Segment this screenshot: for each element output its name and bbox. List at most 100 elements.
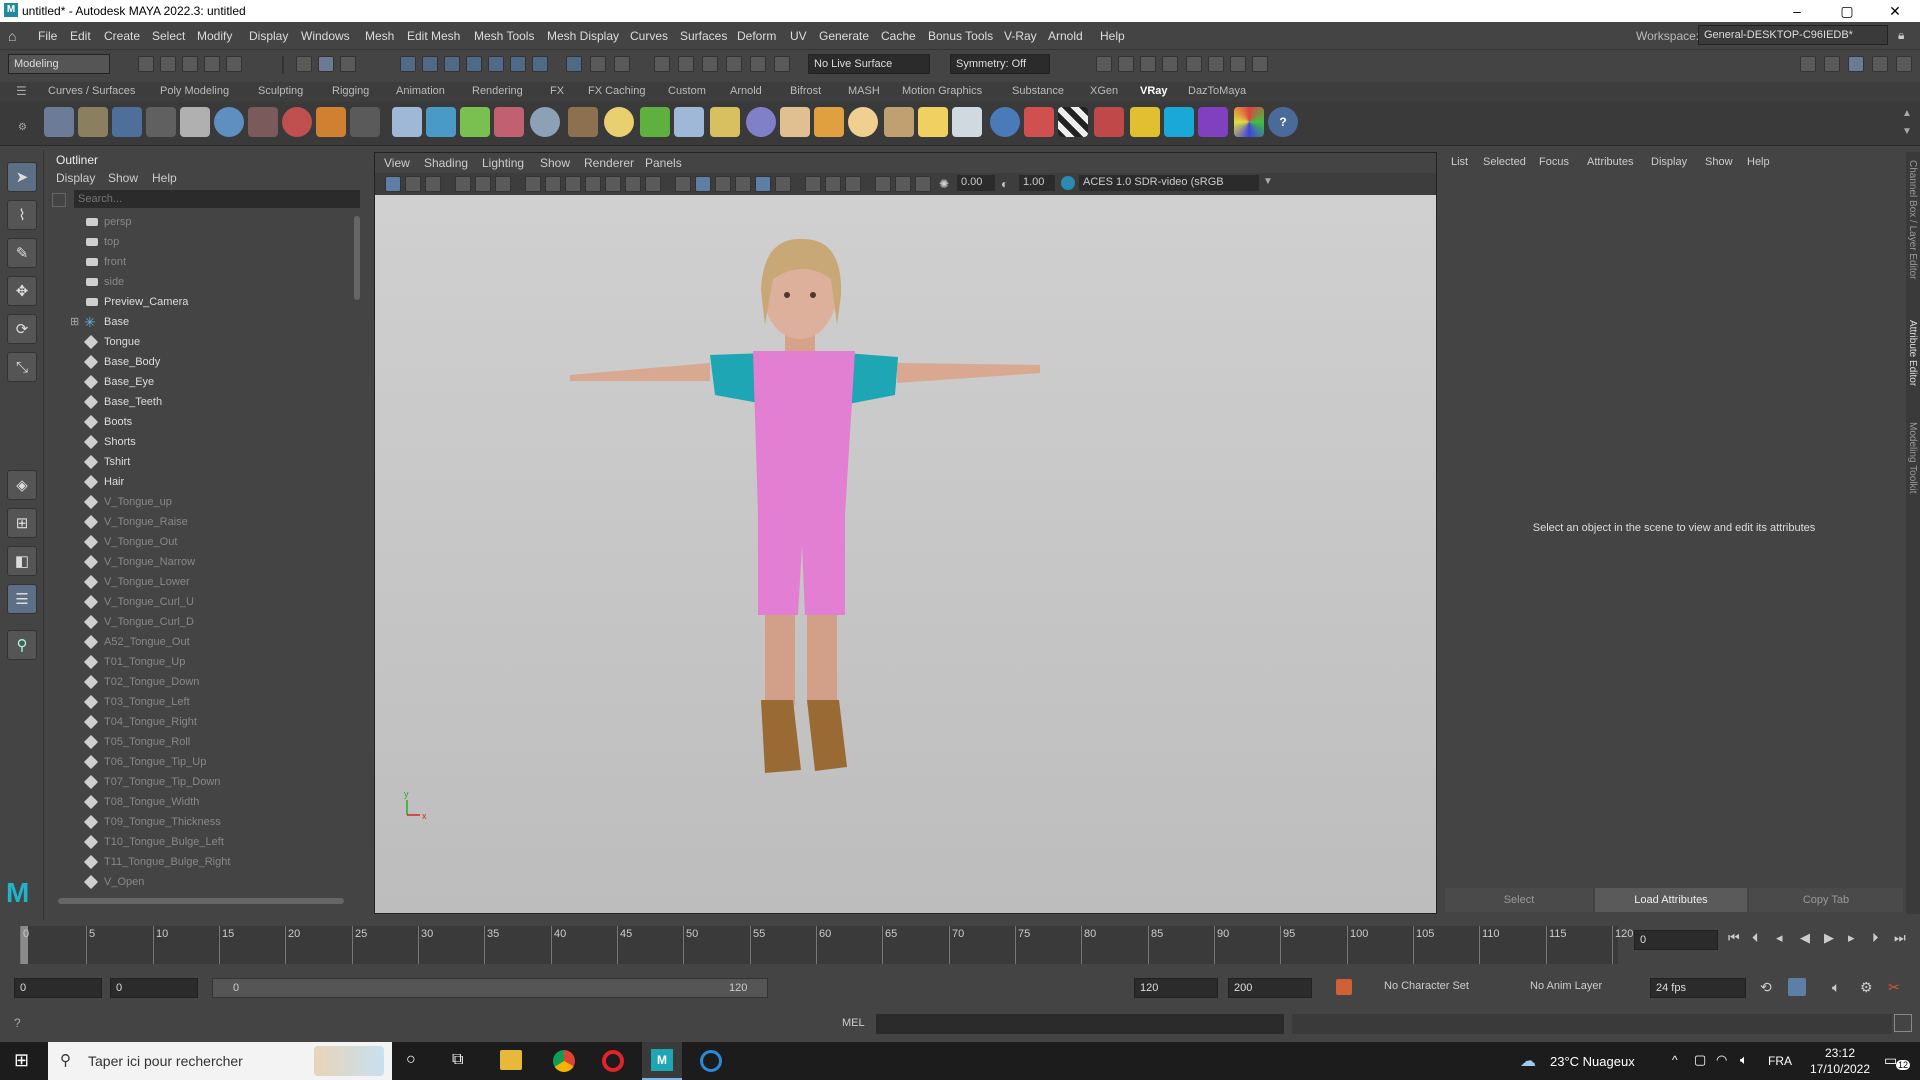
- close-button[interactable]: ✕: [1872, 0, 1918, 22]
- vray-fur-shelf-icon[interactable]: [640, 107, 670, 137]
- cortana-icon[interactable]: ○: [406, 1051, 416, 1069]
- toggle-tool-settings-icon[interactable]: [1896, 56, 1912, 72]
- outliner-item[interactable]: V_Tongue_Raise: [48, 512, 358, 532]
- pause-icon[interactable]: [1252, 56, 1268, 72]
- snap-grid-icon[interactable]: [400, 56, 416, 72]
- vray-texture-shelf-icon[interactable]: [568, 107, 598, 137]
- playback-start-field[interactable]: 0: [110, 978, 198, 998]
- field-chart-icon[interactable]: [605, 176, 621, 192]
- outliner-item[interactable]: V_Tongue_up: [48, 492, 358, 512]
- lock-icon[interactable]: 🔒︎: [1898, 28, 1904, 43]
- shelf-tab-arnold[interactable]: Arnold: [730, 85, 762, 97]
- viewport-menu-show[interactable]: Show: [540, 156, 570, 170]
- vray-render-icon[interactable]: [1162, 56, 1178, 72]
- isolate-select-icon[interactable]: [875, 176, 891, 192]
- ipr-icon[interactable]: [1140, 56, 1156, 72]
- ae-menu-list[interactable]: List: [1451, 156, 1468, 168]
- select-tool-icon[interactable]: ➤: [7, 162, 37, 192]
- live-surface-field[interactable]: No Live Surface: [808, 54, 930, 74]
- vray-clipper-shelf-icon[interactable]: [710, 107, 740, 137]
- menu-display[interactable]: Display: [249, 29, 288, 43]
- outliner-item[interactable]: persp: [48, 212, 358, 232]
- gate-mask-icon[interactable]: [585, 176, 601, 192]
- image-plane-icon[interactable]: [455, 176, 471, 192]
- film-gate-icon[interactable]: [545, 176, 561, 192]
- vray-light-shelf-icon[interactable]: [494, 107, 524, 137]
- gamma-field[interactable]: 1.00: [1019, 175, 1055, 191]
- command-input[interactable]: [876, 1014, 1284, 1034]
- minimize-button[interactable]: –: [1774, 0, 1820, 22]
- side-tab-attribute-editor[interactable]: Attribute Editor: [1907, 320, 1918, 386]
- snap-view-plane-icon[interactable]: [466, 56, 482, 72]
- vray-material-shelf-icon[interactable]: [214, 107, 244, 137]
- ae-menu-selected[interactable]: Selected: [1483, 156, 1526, 168]
- outliner-item[interactable]: V_Tongue_Curl_U: [48, 592, 358, 612]
- task-view-icon[interactable]: ⧉: [452, 1051, 463, 1069]
- ae-load-attributes-button[interactable]: Load Attributes: [1595, 888, 1747, 912]
- outliner-item[interactable]: Shorts: [48, 432, 358, 452]
- menu-cache[interactable]: Cache: [881, 29, 916, 43]
- toggle-channel-box-icon[interactable]: [1848, 56, 1864, 72]
- vray-vfb-shelf-icon[interactable]: [112, 107, 142, 137]
- home-icon[interactable]: ⌂: [8, 28, 16, 44]
- shelf-tab-custom[interactable]: Custom: [668, 85, 706, 97]
- snap-live-icon[interactable]: [566, 56, 582, 72]
- lock-selection-icon[interactable]: [590, 56, 606, 72]
- shelf-tab-animation[interactable]: Animation: [396, 85, 445, 97]
- bookmarks-icon[interactable]: [425, 176, 441, 192]
- side-tab-modeling-toolkit[interactable]: Modeling Toolkit: [1907, 422, 1918, 494]
- ae-menu-help[interactable]: Help: [1747, 156, 1770, 168]
- vray-settings-icon[interactable]: [1186, 56, 1202, 72]
- weather-text[interactable]: 23°C Nuageux: [1550, 1054, 1635, 1069]
- step-back-frame-icon[interactable]: ◂: [1776, 930, 1783, 946]
- outliner-item[interactable]: T04_Tongue_Right: [48, 712, 358, 732]
- step-forward-key-icon[interactable]: ⏵: [1872, 930, 1879, 946]
- outliner-item[interactable]: front: [48, 252, 358, 272]
- render-view-icon[interactable]: [1096, 56, 1112, 72]
- preferences-icon[interactable]: ⚙: [1860, 979, 1873, 996]
- vray-fire-shelf-icon[interactable]: [316, 107, 346, 137]
- outliner-item[interactable]: Preview_Camera: [48, 292, 358, 312]
- outliner-item[interactable]: Tshirt: [48, 452, 358, 472]
- shelf-tab-motion-graphics[interactable]: Motion Graphics: [902, 85, 982, 97]
- current-frame-field[interactable]: 0: [1634, 930, 1718, 950]
- shelf-tab-poly-modeling[interactable]: Poly Modeling: [160, 85, 229, 97]
- vray-stop-icon[interactable]: [1208, 56, 1224, 72]
- ae-select-button[interactable]: Select: [1445, 888, 1593, 912]
- file-explorer-icon[interactable]: [500, 1050, 522, 1070]
- vray-proxy-shelf-icon[interactable]: [180, 107, 210, 137]
- vray-lister-shelf-icon[interactable]: [146, 107, 176, 137]
- viewport-menu-shading[interactable]: Shading: [424, 156, 468, 170]
- anim-prefs-icon[interactable]: ✂: [1888, 979, 1900, 996]
- safe-action-icon[interactable]: [625, 176, 641, 192]
- side-tab-channel-box[interactable]: Channel Box / Layer Editor: [1907, 160, 1918, 280]
- step-back-key-icon[interactable]: ⏴: [1752, 930, 1759, 946]
- opera-icon[interactable]: [602, 1050, 624, 1072]
- snap-edge-icon[interactable]: [532, 56, 548, 72]
- motion-blur-icon[interactable]: [825, 176, 841, 192]
- outliner-item[interactable]: T10_Tongue_Bulge_Left: [48, 832, 358, 852]
- help-icon[interactable]: ?: [14, 1016, 21, 1030]
- outliner-item[interactable]: T08_Tongue_Width: [48, 792, 358, 812]
- vray-plane-shelf-icon[interactable]: [350, 107, 380, 137]
- step-forward-frame-icon[interactable]: ▸: [1848, 930, 1855, 946]
- exposure-field[interactable]: 0.00: [957, 175, 995, 191]
- range-slider-bar[interactable]: 0 120: [212, 978, 768, 998]
- textured-icon[interactable]: [735, 176, 751, 192]
- open-scene-icon[interactable]: [160, 56, 176, 72]
- outliner-item[interactable]: V_Tongue_Lower: [48, 572, 358, 592]
- chrome-icon[interactable]: [553, 1050, 575, 1072]
- vray-dome-shelf-icon[interactable]: [530, 107, 560, 137]
- outliner-item[interactable]: V_Tongue_Out: [48, 532, 358, 552]
- outliner-item[interactable]: T06_Tongue_Tip_Up: [48, 752, 358, 772]
- resolution-gate-icon[interactable]: [565, 176, 581, 192]
- scene-start-field[interactable]: 0: [14, 978, 102, 998]
- loop-icon[interactable]: ⟲: [1760, 979, 1772, 996]
- vray-palette-shelf-icon[interactable]: [1234, 107, 1264, 137]
- vray-omni-light-shelf-icon[interactable]: [848, 107, 878, 137]
- ambient-occlusion-icon[interactable]: [805, 176, 821, 192]
- vray-ies-light-shelf-icon[interactable]: [884, 107, 914, 137]
- toggle-sidebar-icon[interactable]: [1800, 56, 1816, 72]
- outliner-item[interactable]: ⊞ ✳ Base: [48, 312, 358, 332]
- script-editor-icon[interactable]: [1894, 1014, 1912, 1032]
